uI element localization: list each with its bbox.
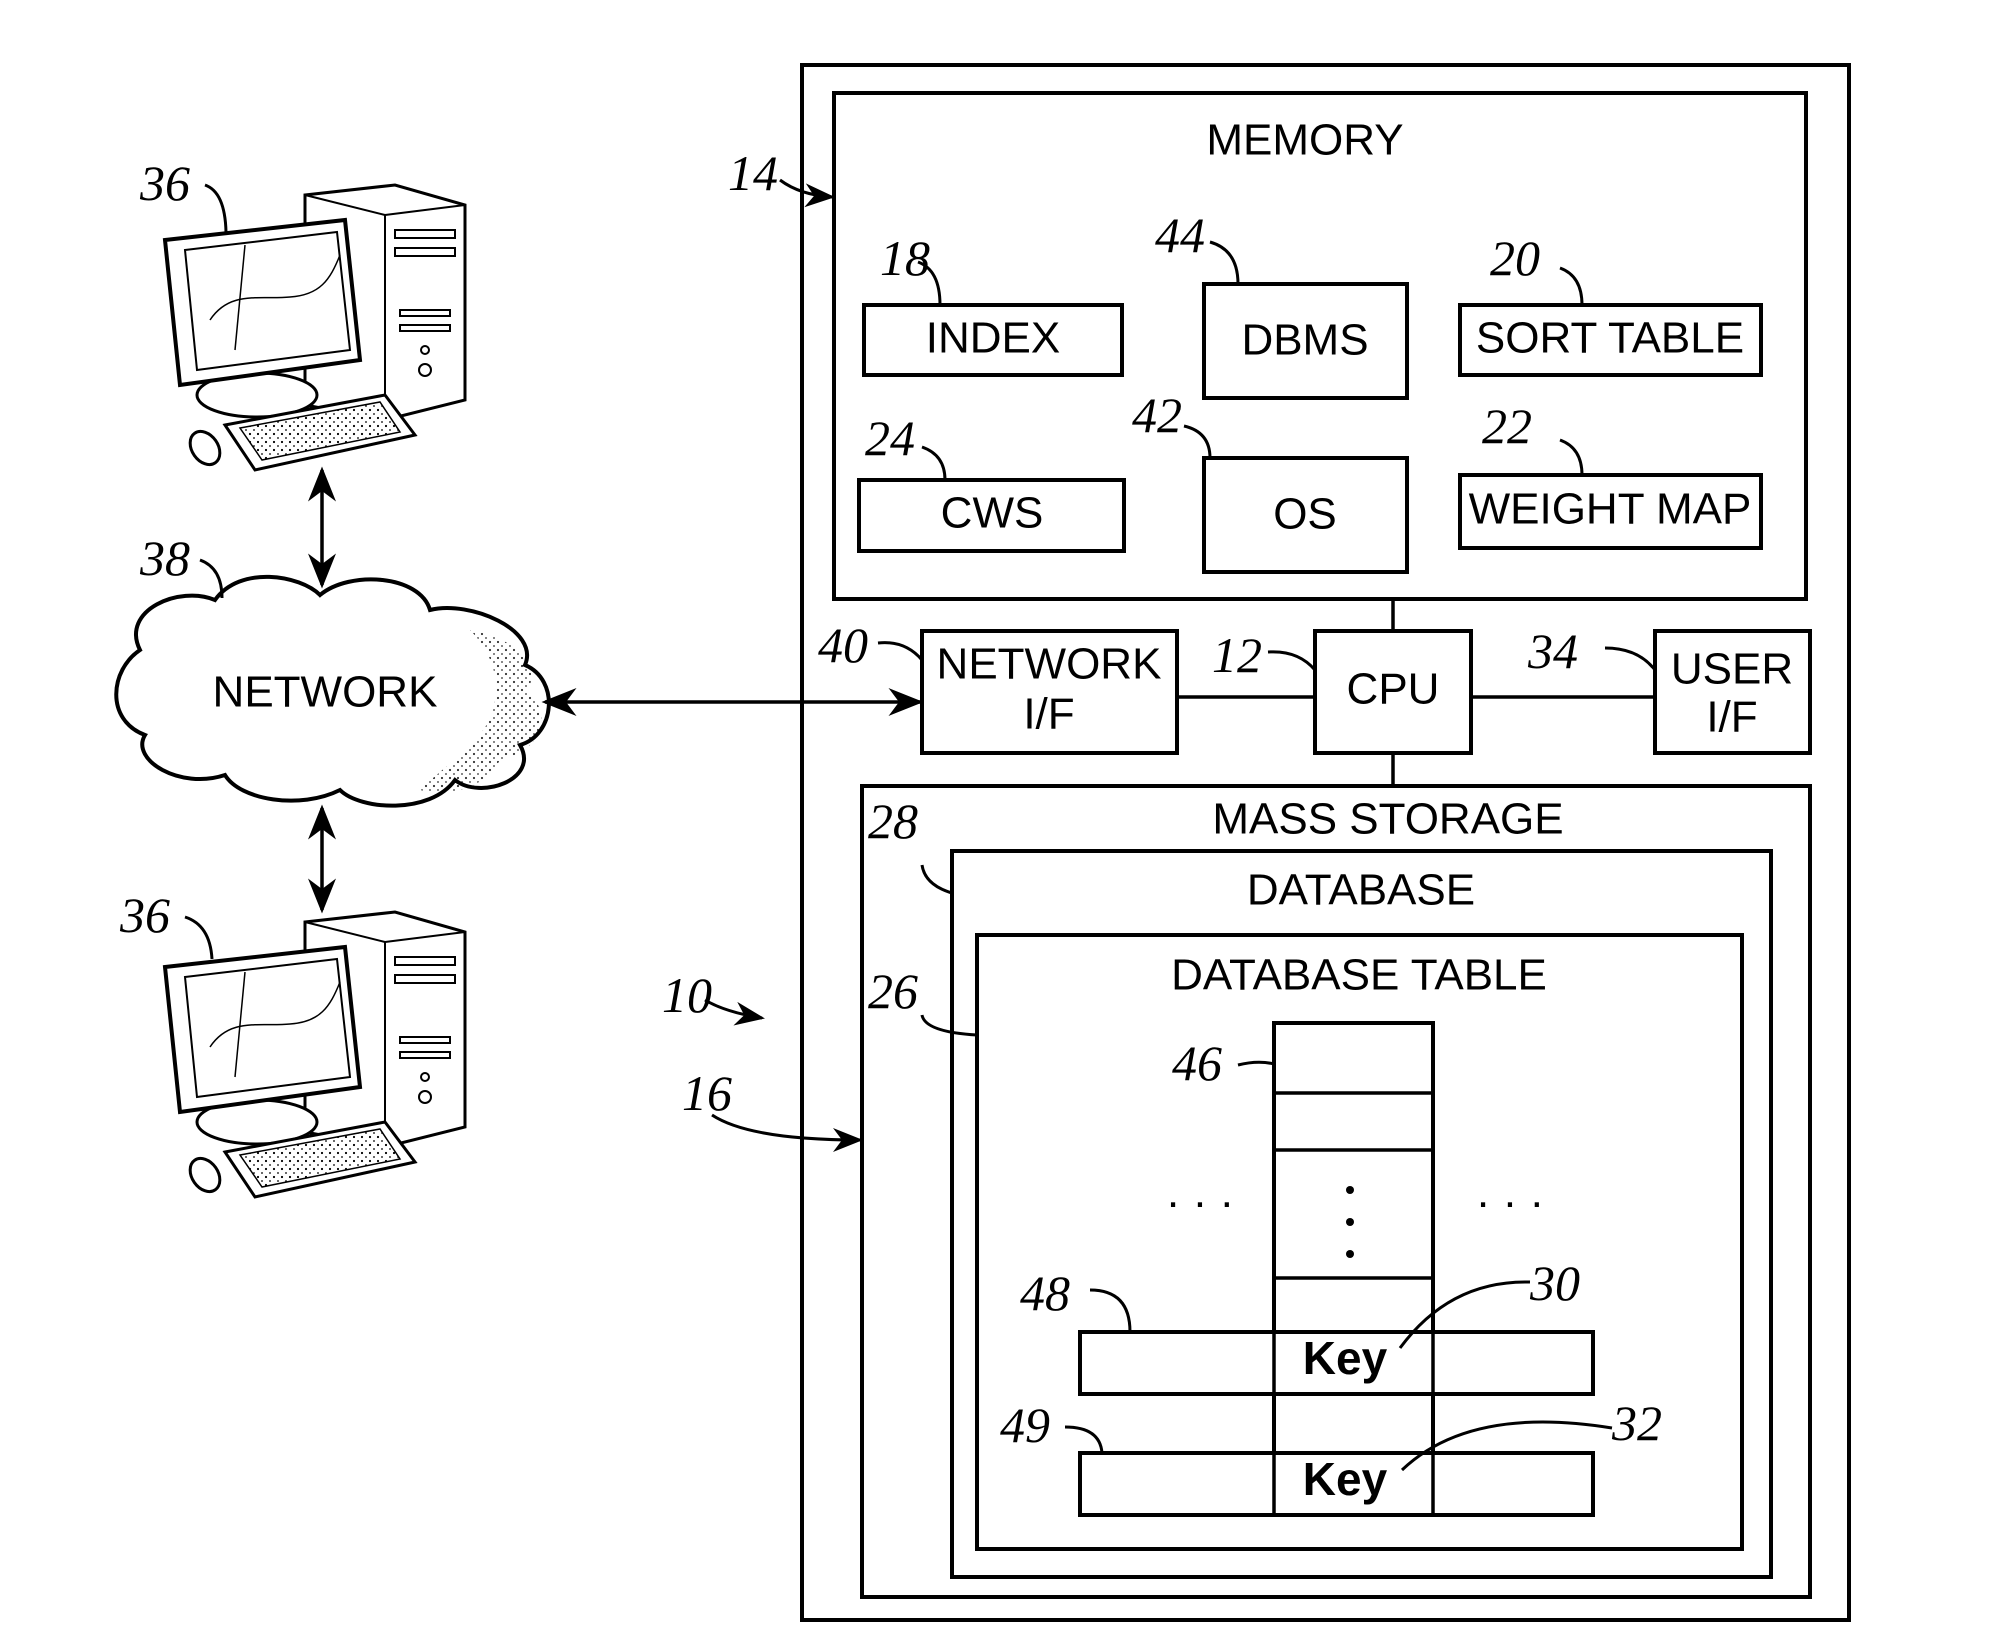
database-table-label: DATABASE TABLE	[1171, 951, 1547, 1000]
svg-text:OS: OS	[1273, 490, 1337, 539]
ref-mass-storage: 16	[682, 1065, 732, 1121]
svg-text:48: 48	[1020, 1265, 1070, 1321]
network-cloud: NETWORK 38	[114, 530, 551, 808]
ellipsis-right: · · ·	[1476, 1178, 1544, 1227]
key-32: Key	[1303, 1453, 1388, 1505]
key-30: Key	[1303, 1332, 1388, 1384]
mass-storage-label: MASS STORAGE	[1212, 795, 1563, 844]
ref-client-bottom: 36	[119, 887, 170, 943]
client-computer-top: 36	[139, 155, 467, 472]
svg-text:44: 44	[1155, 207, 1205, 263]
system-diagram: 14 MEMORY INDEX 18 DBMS 44 SORT TABLE 20…	[114, 63, 1851, 1622]
svg-text:I/F: I/F	[1706, 693, 1757, 742]
memory-label: MEMORY	[1206, 116, 1403, 165]
svg-text:INDEX: INDEX	[926, 314, 1060, 363]
svg-text:NETWORK: NETWORK	[213, 668, 438, 717]
ref-system: 10	[662, 967, 712, 1023]
svg-text:22: 22	[1482, 398, 1532, 454]
svg-text:40: 40	[818, 617, 868, 673]
svg-text:12: 12	[1212, 627, 1262, 683]
ref-database-table: 26	[868, 963, 918, 1019]
svg-text:24: 24	[865, 410, 915, 466]
system-arrow	[704, 998, 765, 1026]
svg-text:20: 20	[1490, 230, 1540, 286]
ref-client-top: 36	[139, 155, 190, 211]
svg-text:46: 46	[1172, 1035, 1222, 1091]
svg-text:32: 32	[1611, 1395, 1662, 1451]
svg-text:CPU: CPU	[1347, 665, 1440, 714]
svg-text:42: 42	[1132, 387, 1182, 443]
svg-text:18: 18	[880, 230, 930, 286]
ellipsis-left: · · ·	[1166, 1178, 1234, 1227]
svg-text:I/F: I/F	[1023, 690, 1074, 739]
svg-text:49: 49	[1000, 1397, 1050, 1453]
svg-text:WEIGHT MAP: WEIGHT MAP	[1469, 485, 1752, 534]
svg-text:NETWORK: NETWORK	[937, 640, 1162, 689]
client-computer-bottom: 36	[119, 887, 467, 1199]
svg-text:SORT TABLE: SORT TABLE	[1476, 314, 1744, 363]
svg-text:38: 38	[139, 530, 190, 586]
mouse-icon	[188, 429, 222, 467]
svg-text:CWS: CWS	[941, 489, 1044, 538]
ref-database: 28	[868, 793, 918, 849]
mouse-icon	[188, 1156, 222, 1194]
svg-text:34: 34	[1527, 623, 1578, 679]
svg-text:DBMS: DBMS	[1241, 316, 1368, 365]
database-label: DATABASE	[1247, 866, 1475, 915]
svg-text:USER: USER	[1671, 645, 1793, 694]
ref-memory: 14	[728, 145, 778, 201]
svg-text:30: 30	[1529, 1255, 1580, 1311]
